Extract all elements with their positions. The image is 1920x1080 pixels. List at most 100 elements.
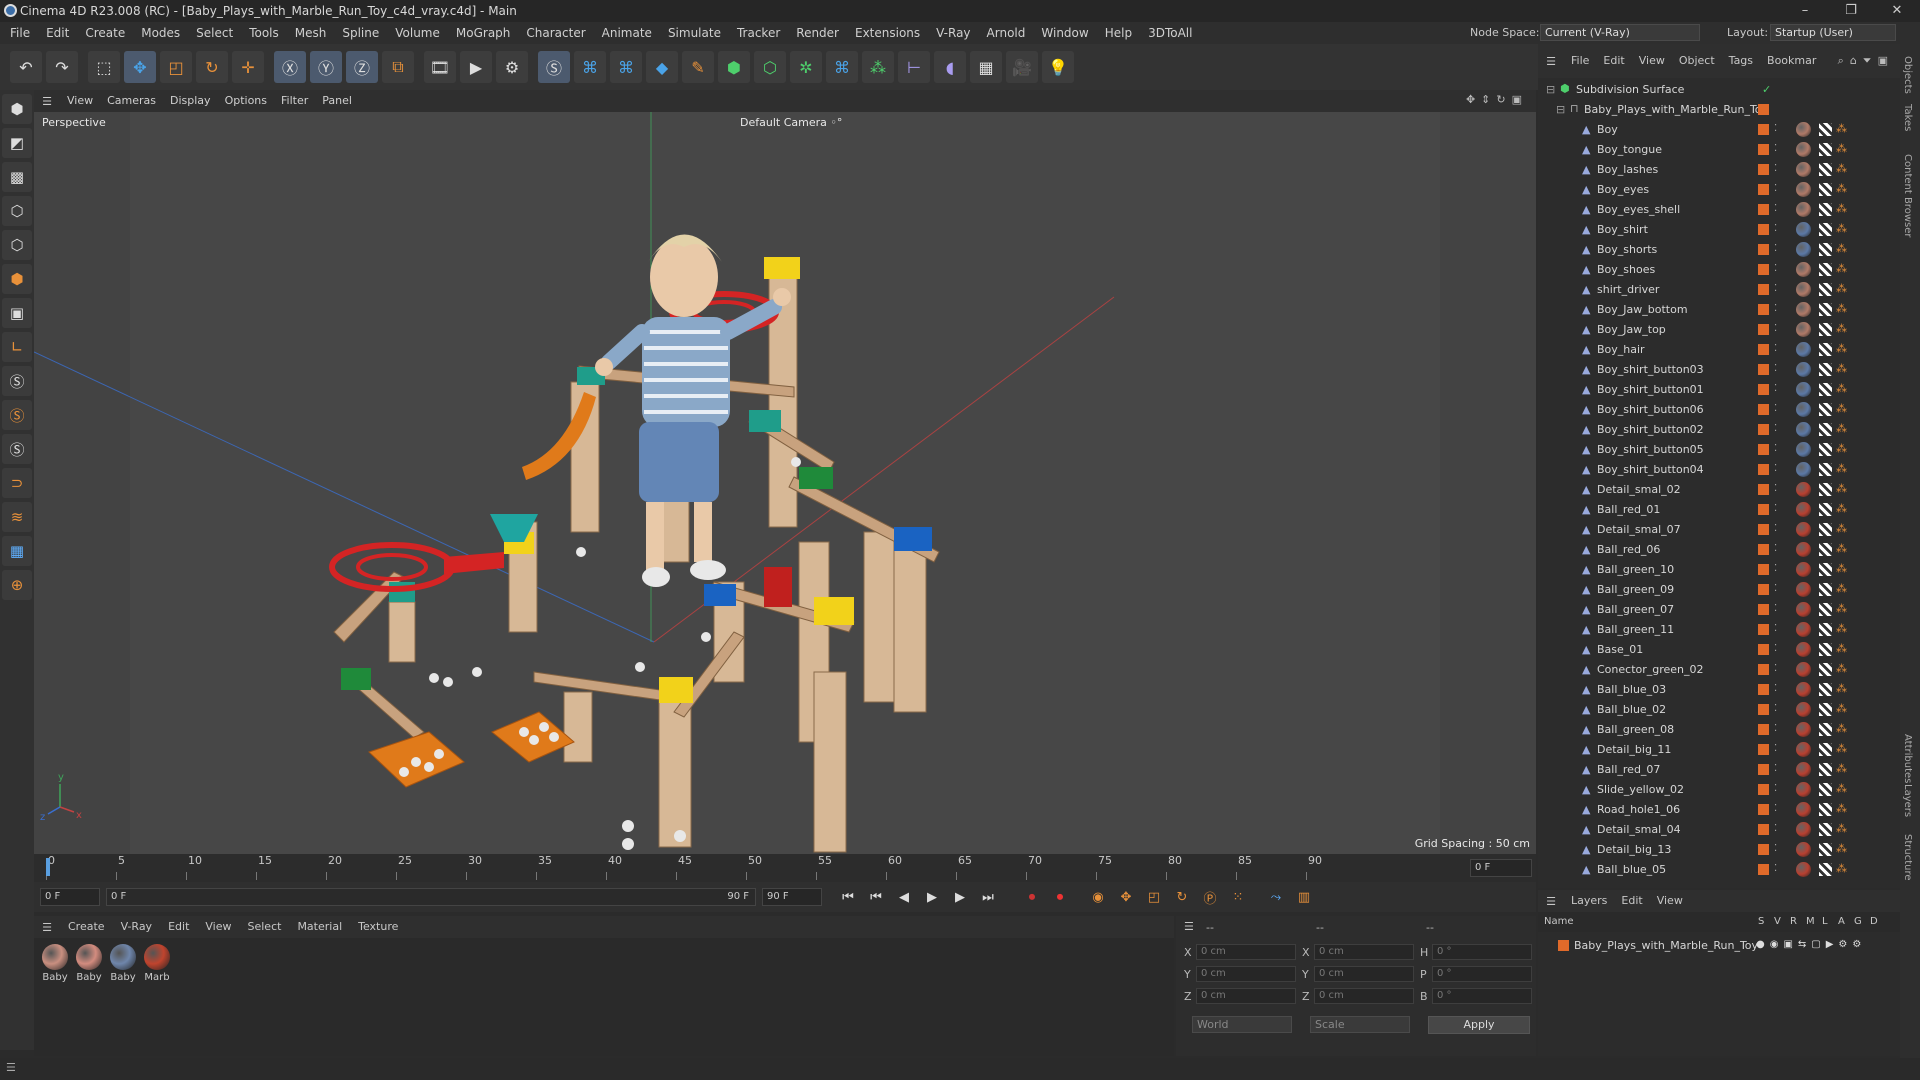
material-menu-view[interactable]: View [197,916,239,938]
material-menu-create[interactable]: Create [60,916,113,938]
viewport-menu-cameras[interactable]: Cameras [100,90,163,112]
material-tag-icon[interactable] [1796,442,1811,457]
record-icon[interactable]: ⏺ [1021,886,1043,908]
checker-tag-icon[interactable] [1819,263,1832,276]
visibility-dots-icon[interactable]: ⁚ [1774,503,1777,514]
object-row[interactable]: ▲ Ball_blue_03 ⁚ ⁂ [1538,680,1900,700]
select-icon[interactable]: ⬚ [88,51,120,83]
checker-tag-icon[interactable] [1819,143,1832,156]
layer-color-swatch[interactable] [1758,244,1769,255]
play-icon[interactable]: ▶ [921,886,943,908]
visibility-dots-icon[interactable]: ⁚ [1774,843,1777,854]
make-editable-icon[interactable]: ⬢ [2,94,32,124]
timeline-ruler[interactable]: 0 5 10 15 20 25 30 35 40 45 50 55 60 65 70 75 80 85 90 0 F [34,854,1536,882]
layers-menu-edit[interactable]: Edit [1614,890,1649,912]
menu-vray[interactable]: V-Ray [928,22,978,44]
layer-toggle-icons[interactable]: ●◉▣⇆▢▶⚙⚙ [1756,939,1866,950]
playhead[interactable] [46,858,50,876]
axis-z-icon[interactable]: Ⓩ [346,51,378,83]
layers-menu-layers[interactable]: Layers [1564,890,1614,912]
checker-tag-icon[interactable] [1819,803,1832,816]
python-icon[interactable]: ⌘ [574,51,606,83]
object-list[interactable]: ⊟ ⬢ Subdivision Surface ✓ ⊟ ⊓ Baby_Plays… [1538,78,1900,888]
material-tag-icon[interactable] [1796,302,1811,317]
coord-field[interactable]: 0 cm [1196,966,1296,982]
visibility-dots-icon[interactable]: ⁚ [1774,523,1777,534]
object-group[interactable]: ⊟ ⊓ Baby_Plays_with_Marble_Run_Toy [1538,100,1900,120]
object-menu-tags[interactable]: Tags [1722,44,1760,78]
vray-tag-icon[interactable]: ⁂ [1836,562,1847,575]
checker-tag-icon[interactable] [1819,583,1832,596]
polygons-mode-icon[interactable]: ⬢ [2,264,32,294]
visibility-dots-icon[interactable]: ⁚ [1774,763,1777,774]
vray-tag-icon[interactable]: ⁂ [1836,702,1847,715]
material-hamburger-icon[interactable]: ☰ [34,921,60,934]
menu-select[interactable]: Select [188,22,241,44]
vray-tag-icon[interactable]: ⁂ [1836,502,1847,515]
texture-mode-icon[interactable]: ▩ [2,162,32,192]
object-row[interactable]: ▲ Ball_green_07 ⁚ ⁂ [1538,600,1900,620]
object-row[interactable]: ▲ Boy_shoes ⁚ ⁂ [1538,260,1900,280]
material-swatch[interactable]: Baby [40,944,70,983]
checker-tag-icon[interactable] [1819,523,1832,536]
vray-tag-icon[interactable]: ⁂ [1836,142,1847,155]
object-row[interactable]: ▲ Road_hole1_06 ⁚ ⁂ [1538,800,1900,820]
material-menu-edit[interactable]: Edit [160,916,197,938]
vray-tag-icon[interactable]: ⁂ [1836,722,1847,735]
checker-tag-icon[interactable] [1819,743,1832,756]
visibility-dots-icon[interactable]: ⁚ [1774,583,1777,594]
material-tag-icon[interactable] [1796,322,1811,337]
tab-content-browser[interactable]: Content Browser [1902,154,1913,237]
edges-mode-icon[interactable]: ⬡ [2,230,32,260]
tab-structure[interactable]: Structure [1902,834,1913,881]
checker-tag-icon[interactable] [1819,503,1832,516]
visibility-dots-icon[interactable]: ⁚ [1774,563,1777,574]
object-menu-edit[interactable]: Edit [1596,44,1631,78]
object-menu-bookmar[interactable]: Bookmar [1760,44,1823,78]
checker-tag-icon[interactable] [1819,543,1832,556]
object-row[interactable]: ▲ Boy ⁚ ⁂ [1538,120,1900,140]
menu-edit[interactable]: Edit [38,22,77,44]
visibility-dots-icon[interactable]: ⁚ [1774,323,1777,334]
visibility-dots-icon[interactable]: ⁚ [1774,683,1777,694]
layer-color-swatch[interactable] [1758,664,1769,675]
vray-tag-icon[interactable]: ⁂ [1836,482,1847,495]
material-tag-icon[interactable] [1796,122,1811,137]
layer-color-swatch[interactable] [1758,544,1769,555]
object-hamburger-icon[interactable]: ☰ [1538,55,1564,68]
material-menu-texture[interactable]: Texture [350,916,406,938]
menu-arnold[interactable]: Arnold [979,22,1034,44]
checker-tag-icon[interactable] [1819,483,1832,496]
next-frame-icon[interactable]: ▶ [949,886,971,908]
checker-tag-icon[interactable] [1819,343,1832,356]
material-tag-icon[interactable] [1796,542,1811,557]
prev-frame-icon[interactable]: ◀ [893,886,915,908]
viewport-menu-options[interactable]: Options [218,90,274,112]
menu-file[interactable]: File [2,22,38,44]
coord-field[interactable]: 0 ° [1432,966,1532,982]
menu-animate[interactable]: Animate [594,22,660,44]
layer-color-swatch[interactable] [1758,344,1769,355]
vray-tag-icon[interactable]: ⁂ [1836,822,1847,835]
vray-tag-icon[interactable]: ⁂ [1836,462,1847,475]
object-row[interactable]: ▲ Ball_blue_05 ⁚ ⁂ [1538,860,1900,880]
visibility-dots-icon[interactable]: ⁚ [1774,823,1777,834]
menu-mesh[interactable]: Mesh [287,22,335,44]
material-tag-icon[interactable] [1796,622,1811,637]
material-tag-icon[interactable] [1796,402,1811,417]
visibility-dots-icon[interactable]: ⁚ [1774,163,1777,174]
material-tag-icon[interactable] [1796,822,1811,837]
vray-tag-icon[interactable]: ⁂ [1836,222,1847,235]
checker-tag-icon[interactable] [1819,403,1832,416]
object-menu-view[interactable]: View [1632,44,1672,78]
object-row[interactable]: ▲ Ball_red_06 ⁚ ⁂ [1538,540,1900,560]
vray-tag-icon[interactable]: ⁂ [1836,522,1847,535]
coord-field[interactable]: 0 ° [1432,988,1532,1004]
vray-tag-icon[interactable]: ⁂ [1836,242,1847,255]
key-rot-icon[interactable]: ↻ [1171,886,1193,908]
checker-tag-icon[interactable] [1819,663,1832,676]
node-space-select[interactable]: Current (V-Ray) [1540,24,1700,41]
vray-tag-icon[interactable]: ⁂ [1836,862,1847,875]
render-view-icon[interactable]: ▶ [460,51,492,83]
layer-color-swatch[interactable] [1758,184,1769,195]
